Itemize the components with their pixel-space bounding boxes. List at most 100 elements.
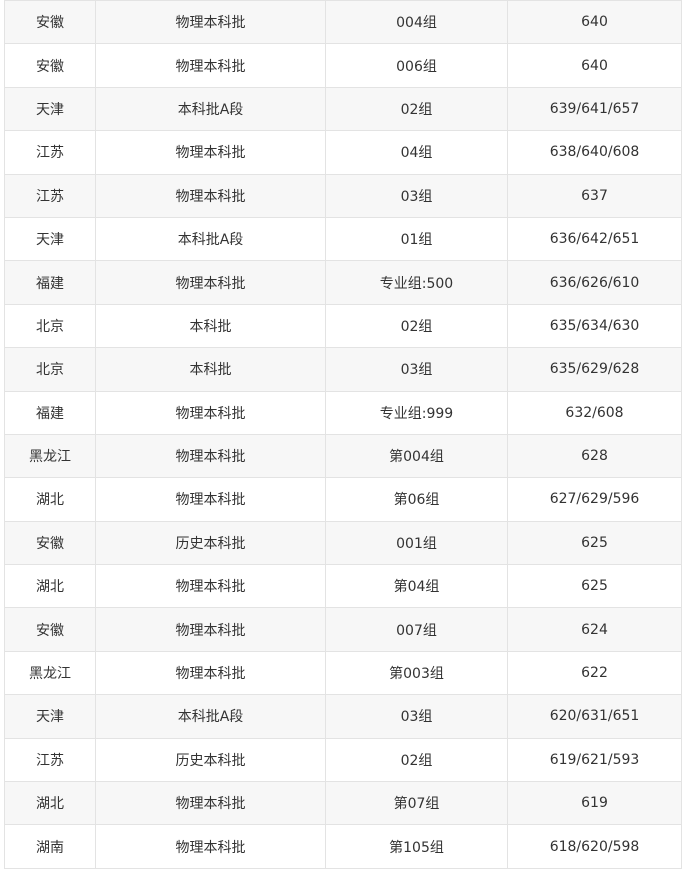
score-table: 安徽 物理本科批 004组 640 安徽 物理本科批 006组 640 天津 本…: [4, 0, 682, 869]
table-row: 安徽 物理本科批 007组 624: [4, 607, 682, 652]
table-row: 江苏 物理本科批 04组 638/640/608: [4, 130, 682, 175]
province-cell: 江苏: [4, 737, 96, 783]
table-row: 湖北 物理本科批 第04组 625: [4, 564, 682, 609]
batch-cell: 本科批A段: [95, 216, 326, 262]
score-cell: 619: [507, 781, 682, 826]
score-cell: 640: [507, 43, 682, 88]
table-row: 江苏 历史本科批 02组 619/621/593: [4, 737, 682, 783]
batch-cell: 物理本科批: [95, 824, 326, 869]
table-row: 北京 本科批 03组 635/629/628: [4, 347, 682, 392]
province-cell: 江苏: [4, 173, 96, 218]
score-cell: 639/641/657: [507, 86, 682, 132]
score-cell: 635/629/628: [507, 347, 682, 392]
group-cell: 007组: [325, 607, 508, 652]
score-cell: 627/629/596: [507, 477, 682, 522]
province-cell: 福建: [4, 260, 96, 305]
province-cell: 福建: [4, 390, 96, 435]
score-cell: 628: [507, 433, 682, 479]
province-cell: 天津: [4, 216, 96, 262]
score-table-container: 安徽 物理本科批 004组 640 安徽 物理本科批 006组 640 天津 本…: [4, 0, 682, 869]
batch-cell: 历史本科批: [95, 520, 326, 566]
batch-cell: 物理本科批: [95, 260, 326, 305]
score-cell: 638/640/608: [507, 130, 682, 175]
province-cell: 安徽: [4, 607, 96, 652]
score-cell: 637: [507, 173, 682, 218]
province-cell: 湖南: [4, 824, 96, 869]
group-cell: 专业组:500: [325, 260, 508, 305]
table-row: 天津 本科批A段 02组 639/641/657: [4, 86, 682, 132]
score-cell: 636/642/651: [507, 216, 682, 262]
batch-cell: 本科批: [95, 347, 326, 392]
score-cell: 625: [507, 564, 682, 609]
group-cell: 03组: [325, 173, 508, 218]
province-cell: 黑龙江: [4, 433, 96, 479]
score-cell: 620/631/651: [507, 694, 682, 739]
table-row: 湖南 物理本科批 第105组 618/620/598: [4, 824, 682, 869]
batch-cell: 历史本科批: [95, 737, 326, 783]
table-row: 黑龙江 物理本科批 第004组 628: [4, 433, 682, 479]
province-cell: 北京: [4, 303, 96, 349]
province-cell: 湖北: [4, 564, 96, 609]
province-cell: 安徽: [4, 43, 96, 88]
province-cell: 湖北: [4, 781, 96, 826]
table-row: 江苏 物理本科批 03组 637: [4, 173, 682, 218]
table-row: 福建 物理本科批 专业组:500 636/626/610: [4, 260, 682, 305]
province-cell: 江苏: [4, 130, 96, 175]
table-row: 湖北 物理本科批 第07组 619: [4, 781, 682, 826]
score-cell: 636/626/610: [507, 260, 682, 305]
batch-cell: 本科批A段: [95, 694, 326, 739]
group-cell: 04组: [325, 130, 508, 175]
score-cell: 632/608: [507, 390, 682, 435]
province-cell: 黑龙江: [4, 650, 96, 696]
province-cell: 湖北: [4, 477, 96, 522]
score-cell: 618/620/598: [507, 824, 682, 869]
score-cell: 619/621/593: [507, 737, 682, 783]
province-cell: 安徽: [4, 0, 96, 45]
group-cell: 02组: [325, 303, 508, 349]
table-row: 北京 本科批 02组 635/634/630: [4, 303, 682, 349]
batch-cell: 本科批: [95, 303, 326, 349]
group-cell: 02组: [325, 737, 508, 783]
province-cell: 北京: [4, 347, 96, 392]
score-cell: 624: [507, 607, 682, 652]
province-cell: 天津: [4, 694, 96, 739]
table-row: 黑龙江 物理本科批 第003组 622: [4, 650, 682, 696]
group-cell: 第04组: [325, 564, 508, 609]
table-row: 福建 物理本科批 专业组:999 632/608: [4, 390, 682, 435]
group-cell: 01组: [325, 216, 508, 262]
group-cell: 第07组: [325, 781, 508, 826]
table-row: 天津 本科批A段 03组 620/631/651: [4, 694, 682, 739]
group-cell: 03组: [325, 694, 508, 739]
table-row: 安徽 物理本科批 004组 640: [4, 0, 682, 45]
province-cell: 天津: [4, 86, 96, 132]
group-cell: 第06组: [325, 477, 508, 522]
group-cell: 第004组: [325, 433, 508, 479]
table-row: 天津 本科批A段 01组 636/642/651: [4, 216, 682, 262]
batch-cell: 物理本科批: [95, 173, 326, 218]
batch-cell: 本科批A段: [95, 86, 326, 132]
batch-cell: 物理本科批: [95, 433, 326, 479]
group-cell: 02组: [325, 86, 508, 132]
group-cell: 03组: [325, 347, 508, 392]
score-cell: 635/634/630: [507, 303, 682, 349]
group-cell: 专业组:999: [325, 390, 508, 435]
group-cell: 004组: [325, 0, 508, 45]
table-row: 湖北 物理本科批 第06组 627/629/596: [4, 477, 682, 522]
score-cell: 625: [507, 520, 682, 566]
table-row: 安徽 物理本科批 006组 640: [4, 43, 682, 88]
batch-cell: 物理本科批: [95, 781, 326, 826]
group-cell: 006组: [325, 43, 508, 88]
batch-cell: 物理本科批: [95, 390, 326, 435]
score-cell: 640: [507, 0, 682, 45]
group-cell: 第105组: [325, 824, 508, 869]
batch-cell: 物理本科批: [95, 130, 326, 175]
province-cell: 安徽: [4, 520, 96, 566]
batch-cell: 物理本科批: [95, 607, 326, 652]
group-cell: 第003组: [325, 650, 508, 696]
group-cell: 001组: [325, 520, 508, 566]
batch-cell: 物理本科批: [95, 0, 326, 45]
score-cell: 622: [507, 650, 682, 696]
batch-cell: 物理本科批: [95, 477, 326, 522]
batch-cell: 物理本科批: [95, 650, 326, 696]
table-row: 安徽 历史本科批 001组 625: [4, 520, 682, 566]
